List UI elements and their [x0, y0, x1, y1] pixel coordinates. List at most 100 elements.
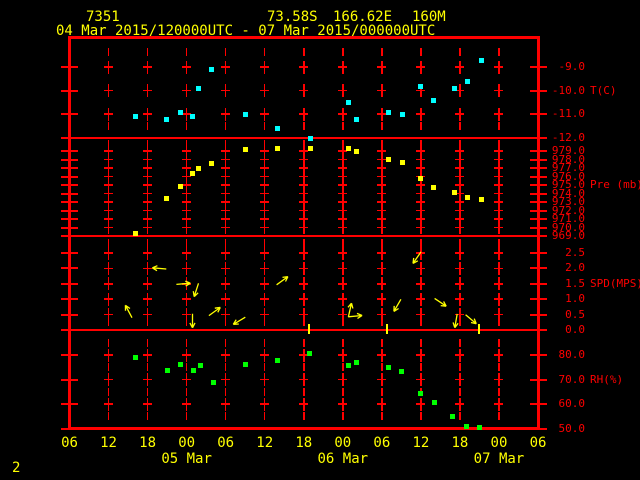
- grid-plus-crossbar: [416, 298, 426, 300]
- grid-plus-crossbar: [299, 298, 309, 300]
- grid-plus-crossbar: [143, 313, 153, 316]
- grid-plus-crossbar: [416, 150, 426, 152]
- x-axis-hour-label: 00: [178, 435, 196, 451]
- grid-dash: [263, 48, 266, 56]
- grid-dash: [185, 318, 188, 326]
- grid-plus-crossbar: [260, 192, 270, 195]
- temperature-point: [345, 100, 351, 106]
- x-axis-date-label: 05 Mar: [161, 451, 212, 467]
- grid-plus-crossbar: [455, 354, 465, 356]
- grid-plus-crossbar: [338, 89, 348, 92]
- grid-dash: [381, 363, 383, 371]
- grid-plus-crossbar: [455, 298, 465, 300]
- wind-calm-mark: [386, 324, 389, 334]
- x-axis-hour-label: 00: [334, 435, 352, 451]
- grid-plus-crossbar: [260, 354, 270, 356]
- axis-unit-label: T(C): [590, 83, 617, 97]
- grid-plus-crossbar: [299, 201, 309, 203]
- grid-plus-crossbar: [494, 158, 504, 161]
- axis-tick-label: -10.0: [551, 83, 585, 97]
- grid-dash: [185, 412, 188, 420]
- station-longitude: 166.62E: [333, 9, 393, 25]
- grid-dash: [263, 388, 266, 396]
- relative_humidity-point: [132, 355, 138, 361]
- grid-plus-crossbar: [377, 66, 387, 68]
- pressure-point: [243, 147, 249, 153]
- grid-plus-crossbar: [182, 201, 192, 203]
- grid-dash: [498, 140, 500, 148]
- grid-plus-crossbar: [494, 175, 504, 178]
- grid-plus-crossbar: [221, 113, 231, 115]
- x-axis-hour-label: 12: [100, 435, 117, 451]
- relative_humidity-point: [178, 361, 184, 367]
- grid-plus-crossbar: [182, 209, 192, 212]
- grid-dash: [381, 318, 383, 326]
- grid-dash: [224, 48, 227, 56]
- wind-calm-mark: [478, 324, 481, 334]
- grid-dash: [342, 339, 344, 347]
- pressure-point: [275, 145, 281, 151]
- axis-tick-left: [61, 282, 78, 285]
- grid-plus-crossbar: [104, 201, 114, 203]
- grid-plus-crossbar: [299, 150, 309, 152]
- grid-plus-crossbar: [494, 218, 504, 220]
- grid-plus-crossbar: [260, 201, 270, 203]
- axis-tick-right: [530, 218, 547, 220]
- grid-plus-crossbar: [455, 184, 465, 186]
- grid-dash: [303, 239, 305, 247]
- relative_humidity-point: [431, 399, 437, 405]
- grid-plus-crossbar: [299, 167, 309, 169]
- grid-plus-crossbar: [221, 267, 231, 270]
- grid-dash: [459, 122, 461, 130]
- grid-dash: [224, 412, 227, 420]
- grid-plus-crossbar: [377, 226, 387, 229]
- grid-plus-crossbar: [143, 354, 153, 356]
- relative_humidity-point: [450, 414, 456, 420]
- grid-plus-crossbar: [299, 403, 309, 405]
- axis-tick-left: [61, 150, 78, 152]
- grid-dash: [263, 412, 266, 420]
- axis-tick-label: 0.5: [565, 307, 585, 321]
- grid-plus-crossbar: [338, 226, 348, 229]
- relative_humidity-point: [463, 424, 469, 430]
- temperature-point: [308, 135, 314, 141]
- axis-unit-label: Pre (mb): [590, 178, 640, 191]
- grid-plus-crossbar: [494, 192, 504, 195]
- grid-plus-crossbar: [377, 201, 387, 203]
- panel-separator-line: [71, 329, 537, 331]
- grid-plus-crossbar: [416, 226, 426, 229]
- grid-plus-crossbar: [299, 66, 309, 68]
- grid-plus-crossbar: [143, 283, 153, 285]
- grid-dash: [303, 412, 305, 420]
- grid-plus-crossbar: [221, 403, 231, 405]
- grid-plus-crossbar: [455, 218, 465, 220]
- grid-plus-crossbar: [416, 184, 426, 186]
- axis-tick-right: [530, 209, 547, 212]
- grid-plus-crossbar: [338, 158, 348, 161]
- grid-plus-crossbar: [143, 403, 153, 405]
- grid-plus-crossbar: [455, 201, 465, 203]
- grid-dash: [224, 318, 227, 326]
- grid-plus-crossbar: [143, 113, 153, 115]
- grid-plus-crossbar: [104, 167, 114, 169]
- grid-dash: [342, 412, 344, 420]
- axis-tick-right: [530, 175, 547, 178]
- grid-plus-crossbar: [338, 283, 348, 285]
- axis-tick-label: 50.0: [558, 421, 586, 435]
- grid-plus-crossbar: [182, 66, 192, 68]
- temperature-point: [243, 112, 249, 117]
- grid-plus-crossbar: [299, 283, 309, 285]
- grid-plus-crossbar: [338, 313, 348, 316]
- pressure-point: [190, 171, 196, 177]
- axis-tick-right: [530, 313, 547, 316]
- pressure-point: [386, 156, 392, 162]
- grid-plus-crossbar: [299, 226, 309, 229]
- grid-plus-crossbar: [260, 226, 270, 229]
- pressure-point: [418, 176, 424, 182]
- grid-dash: [146, 239, 149, 247]
- x-axis-hour-label: 00: [490, 435, 508, 451]
- panel-separator-line: [71, 136, 537, 139]
- grid-plus-crossbar: [416, 354, 426, 356]
- grid-plus-crossbar: [260, 158, 270, 161]
- grid-plus-crossbar: [221, 89, 231, 92]
